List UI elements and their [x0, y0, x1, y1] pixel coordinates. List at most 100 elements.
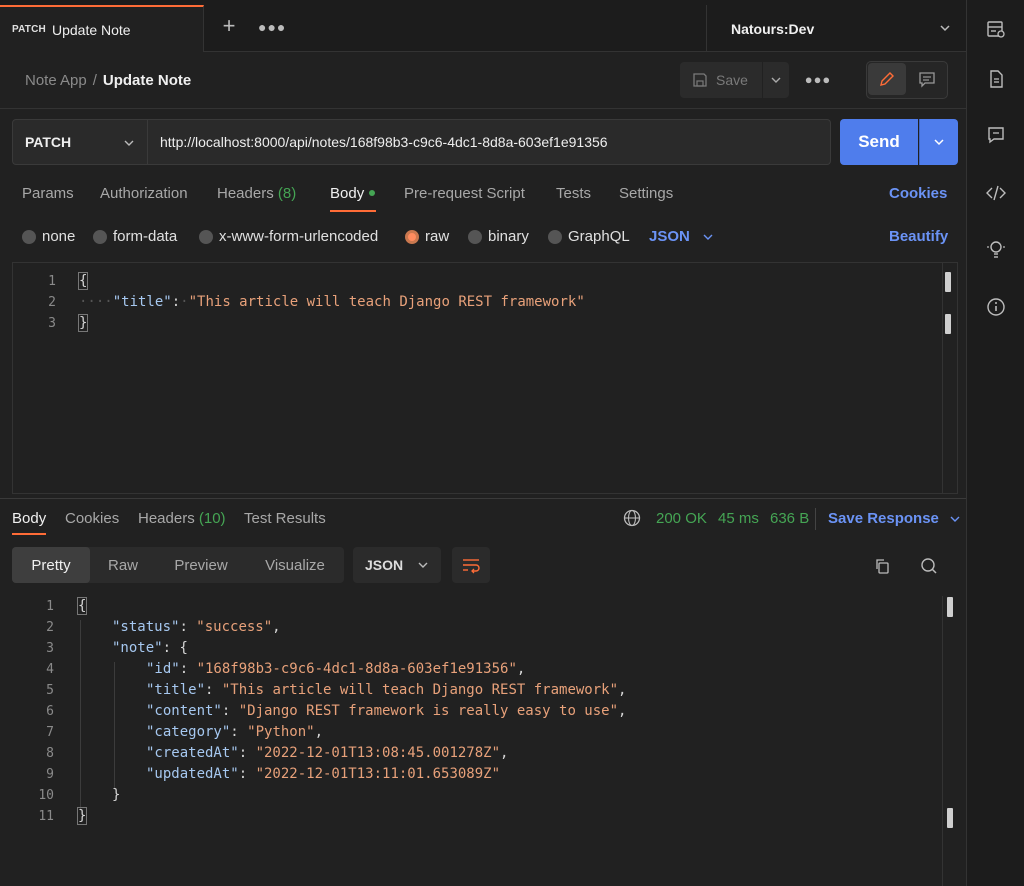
ellipsis-icon[interactable]: ●●●	[258, 14, 285, 40]
radio-urlencoded[interactable]: x-www-form-urlencoded	[199, 228, 378, 245]
save-button[interactable]: Save	[680, 62, 762, 98]
response-tab-headers[interactable]: Headers (10)	[138, 510, 226, 527]
breadcrumb-current[interactable]: Update Note	[103, 72, 191, 89]
radio-raw[interactable]: raw	[405, 228, 449, 245]
json-string: "Python"	[247, 724, 315, 740]
radio-graphql[interactable]: GraphQL	[548, 228, 630, 245]
radio-circle-selected	[405, 229, 419, 244]
tab-authorization[interactable]: Authorization	[100, 185, 188, 202]
environment-quicklook-icon[interactable]	[983, 16, 1009, 42]
line-number: 11	[38, 809, 54, 824]
documentation-icon[interactable]	[983, 66, 1009, 92]
cookies-link[interactable]: Cookies	[889, 185, 947, 202]
line-number: 4	[46, 662, 54, 677]
url-value: http://localhost:8000/api/notes/168f98b3…	[160, 134, 608, 150]
environment-selector[interactable]: Natours:Dev	[706, 5, 966, 52]
radio-none[interactable]: none	[22, 228, 75, 245]
json-key: "createdAt"	[146, 745, 239, 761]
search-icon[interactable]	[917, 554, 941, 578]
globe-icon[interactable]	[623, 509, 641, 527]
beautify-link[interactable]: Beautify	[889, 228, 948, 245]
radio-circle	[199, 229, 213, 244]
edit-mode-button[interactable]	[868, 63, 906, 95]
json-key: "id"	[146, 661, 180, 677]
response-format-select[interactable]: JSON	[353, 547, 441, 583]
environment-name: Natours:Dev	[731, 20, 815, 37]
request-tab-active[interactable]: PATCH Update Note	[0, 5, 204, 52]
copy-icon[interactable]	[870, 554, 894, 578]
method-value: PATCH	[25, 134, 72, 150]
send-options-button[interactable]	[919, 119, 958, 165]
code-icon[interactable]	[983, 180, 1009, 206]
scrollbar-marker[interactable]	[945, 272, 951, 292]
related-collections-icon[interactable]	[983, 236, 1009, 262]
tab-tests[interactable]: Tests	[556, 185, 591, 202]
wrap-lines-icon[interactable]	[452, 547, 490, 583]
response-format-value: JSON	[365, 557, 404, 573]
scrollbar-marker[interactable]	[945, 314, 951, 334]
radio-form-data[interactable]: form-data	[93, 228, 177, 245]
scrollbar-marker[interactable]	[947, 597, 953, 617]
view-preview[interactable]: Preview	[162, 547, 240, 583]
line-number: 9	[46, 767, 54, 782]
breadcrumb-collection[interactable]: Note App	[25, 72, 87, 89]
json-key: "title"	[146, 682, 206, 698]
json-key: "status"	[112, 619, 180, 635]
divider	[0, 108, 966, 109]
more-actions-icon[interactable]: ●●●	[804, 66, 832, 94]
json-colon: :	[171, 294, 181, 310]
tab-params[interactable]: Params	[22, 185, 74, 202]
response-tab-cookies[interactable]: Cookies	[65, 510, 119, 527]
pane-divider[interactable]	[0, 498, 966, 499]
json-brace: {	[179, 640, 188, 656]
url-input[interactable]: http://localhost:8000/api/notes/168f98b3…	[148, 119, 831, 165]
view-pretty[interactable]: Pretty	[12, 547, 90, 583]
tab-headers[interactable]: Headers (8)	[217, 185, 296, 202]
comments-icon[interactable]	[983, 122, 1009, 148]
response-size[interactable]: 636 B	[770, 510, 809, 527]
breadcrumb: Note App / Update Note	[25, 72, 191, 89]
save-disk-icon	[693, 73, 707, 87]
response-tab-body[interactable]: Body	[12, 510, 46, 527]
tab-title: Update Note	[51, 21, 131, 38]
radio-binary[interactable]: binary	[468, 228, 529, 245]
save-response-label: Save Response	[828, 510, 939, 527]
body-format-select[interactable]: JSON	[649, 228, 714, 245]
json-brace: {	[76, 597, 88, 615]
line-number: 6	[46, 704, 54, 719]
tab-prerequest-script[interactable]: Pre-request Script	[404, 185, 525, 202]
json-brace: }	[77, 314, 89, 332]
save-response-button[interactable]: Save Response	[828, 510, 961, 527]
json-key: "note"	[112, 640, 163, 656]
line-number: 3	[48, 316, 56, 331]
info-icon[interactable]	[983, 294, 1009, 320]
chevron-down-icon	[703, 234, 713, 240]
plus-icon[interactable]: +	[216, 14, 242, 40]
response-tab-headers-label: Headers	[138, 510, 195, 527]
json-brace: }	[112, 787, 121, 803]
response-time[interactable]: 45 ms	[718, 510, 759, 527]
radio-label: raw	[425, 228, 450, 245]
save-label: Save	[716, 72, 748, 88]
view-visualize[interactable]: Visualize	[254, 547, 336, 583]
line-number: 5	[46, 683, 54, 698]
line-number: 3	[46, 641, 54, 656]
indent-guide	[80, 620, 81, 810]
line-number: 10	[38, 788, 54, 803]
chevron-down-icon	[124, 140, 134, 146]
send-button[interactable]: Send	[840, 119, 918, 165]
scrollbar-marker[interactable]	[947, 808, 953, 828]
view-raw[interactable]: Raw	[96, 547, 150, 583]
tab-body[interactable]: Body	[330, 185, 376, 202]
line-number: 1	[46, 599, 54, 614]
response-status[interactable]: 200 OK	[656, 510, 707, 527]
save-options-button[interactable]	[763, 62, 789, 98]
tab-method-badge: PATCH	[12, 24, 46, 35]
comment-mode-button[interactable]	[908, 63, 946, 95]
tab-settings[interactable]: Settings	[619, 185, 673, 202]
tab-body-label: Body	[330, 185, 365, 202]
method-select[interactable]: PATCH	[12, 119, 148, 165]
json-string: "This article will teach Django REST fra…	[188, 294, 585, 310]
radio-circle	[548, 229, 562, 244]
response-tab-test-results[interactable]: Test Results	[244, 510, 326, 527]
